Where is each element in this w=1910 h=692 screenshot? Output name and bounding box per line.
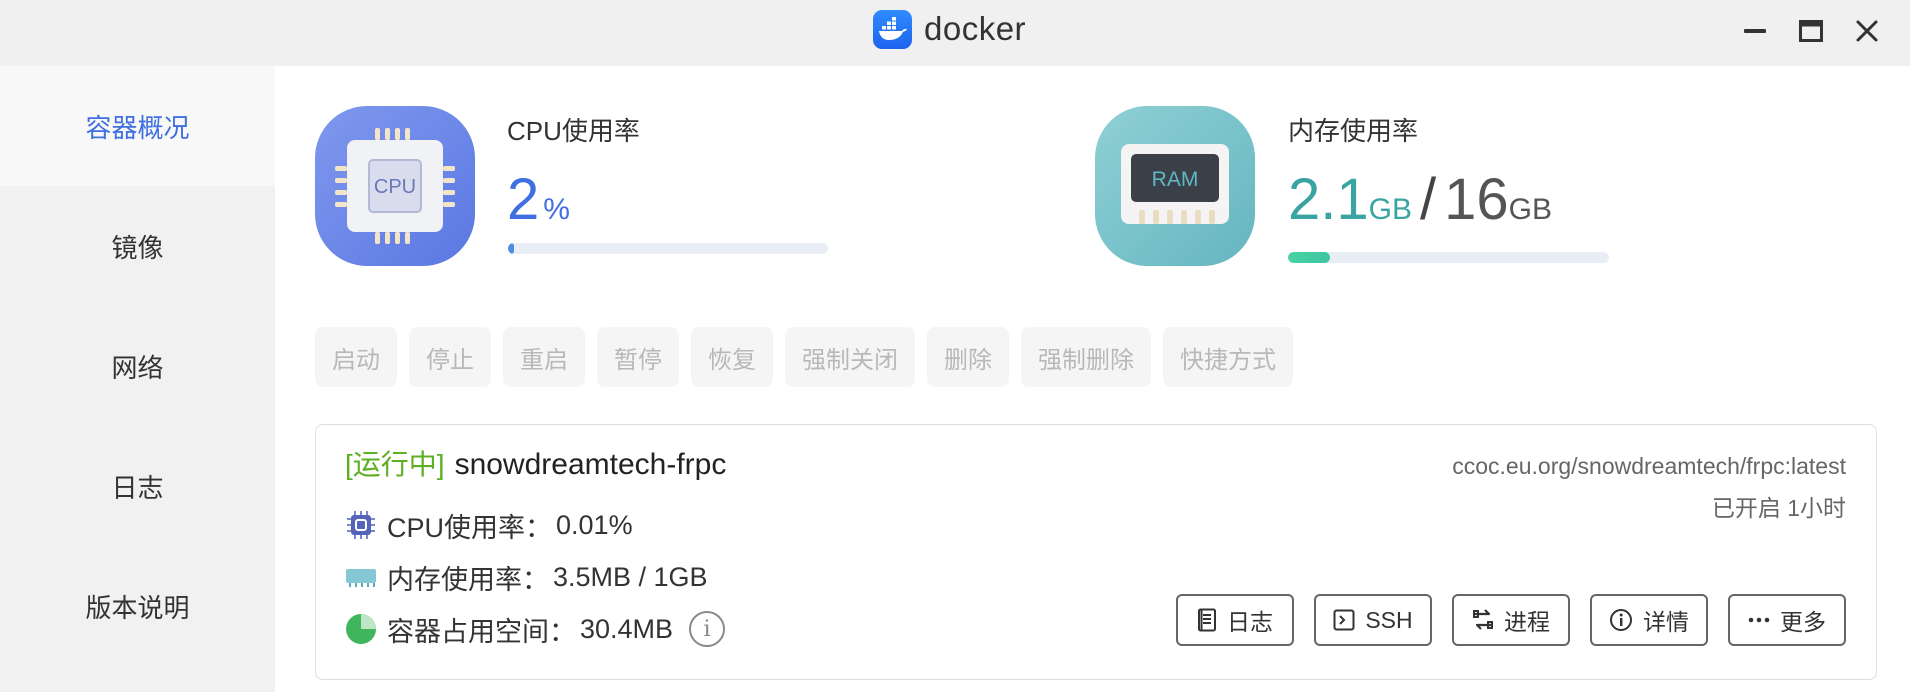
memory-total-unit: GB — [1508, 193, 1552, 226]
title-bar: docker — [0, 0, 1910, 66]
memory-small-icon — [345, 561, 377, 593]
sidebar-item-label: 日志 — [111, 472, 164, 503]
app-title: docker — [873, 8, 1026, 50]
pie-chart-icon — [345, 613, 377, 645]
container-header: [运行中] snowdreamtech-frpc — [345, 443, 726, 483]
cpu-usage-value: 2 % — [507, 166, 570, 233]
minimize-button[interactable] — [1738, 14, 1772, 48]
minimize-icon — [1744, 29, 1766, 33]
docker-whale-icon — [873, 9, 912, 49]
memory-total-number: 16 — [1444, 167, 1509, 232]
container-disk-label: 容器占用空间： — [387, 616, 576, 647]
terminal-icon — [1333, 609, 1355, 631]
start-button[interactable]: 启动 — [315, 327, 397, 387]
memory-usage-bar-fill — [1288, 252, 1330, 263]
ssh-button[interactable]: SSH — [1314, 594, 1432, 646]
memory-used-unit: GB — [1368, 193, 1412, 226]
force-close-button[interactable]: 强制关闭 — [785, 327, 915, 387]
logs-button-label: 日志 — [1227, 609, 1273, 635]
ram-chip-icon: RAM — [1095, 106, 1255, 266]
ram-icon-label: RAM — [1152, 168, 1199, 191]
cpu-usage-bar-fill — [508, 243, 515, 254]
window-title: docker — [924, 10, 1027, 47]
maximize-button[interactable] — [1794, 14, 1828, 48]
shortcut-button[interactable]: 快捷方式 — [1163, 327, 1293, 387]
container-disk-metric: 容器占用空间： 30.4MB i — [345, 611, 726, 647]
cpu-usage-bar — [508, 243, 828, 254]
info-icon[interactable]: i — [689, 611, 726, 647]
process-icon — [1473, 609, 1493, 630]
cpu-usage-number: 2 — [507, 167, 540, 232]
container-cpu-metric: CPU使用率： 0.01% — [345, 507, 633, 543]
container-disk-value: 30.4MB — [580, 613, 674, 644]
container-memory-metric: 内存使用率： 3.5MB / 1GB — [345, 559, 708, 595]
process-button-label: 进程 — [1504, 609, 1550, 635]
process-button[interactable]: 进程 — [1452, 594, 1570, 646]
sidebar-item-label: 容器概况 — [85, 112, 190, 143]
force-delete-button[interactable]: 强制删除 — [1021, 327, 1151, 387]
container-cpu-value: 0.01% — [556, 509, 633, 540]
cpu-usage-unit: % — [543, 193, 570, 226]
maximize-icon — [1799, 20, 1823, 42]
cpu-icon-label: CPU — [374, 176, 416, 198]
logs-button[interactable]: 日志 — [1176, 594, 1294, 646]
more-button[interactable]: 更多 — [1728, 594, 1846, 646]
more-icon — [1748, 617, 1770, 623]
details-button[interactable]: 详情 — [1590, 594, 1708, 646]
sidebar-item-images[interactable]: 镜像 — [0, 186, 275, 306]
container-memory-value: 3.5MB / 1GB — [553, 561, 708, 592]
more-button-label: 更多 — [1780, 609, 1826, 635]
ssh-button-label: SSH — [1365, 606, 1413, 633]
cpu-small-icon — [345, 509, 377, 541]
info-circle-icon — [1610, 609, 1632, 631]
container-actions: 日志 SSH 进程 详情 更多 — [1176, 594, 1846, 646]
container-uptime: 已开启 1小时 — [1711, 495, 1846, 521]
memory-usage-value: 2.1 GB / 16 GB — [1288, 166, 1552, 233]
close-button[interactable] — [1850, 14, 1884, 48]
main-panel: CPU CPU使用率 2 % RAM 内存使用率 2.1 GB / 16 GB … — [275, 66, 1910, 692]
sidebar: 容器概况 镜像 网络 日志 版本说明 — [0, 66, 275, 692]
memory-used-number: 2.1 — [1288, 167, 1369, 232]
close-icon — [1856, 20, 1878, 42]
sidebar-item-logs[interactable]: 日志 — [0, 426, 275, 546]
container-name: snowdreamtech-frpc — [454, 448, 727, 481]
sidebar-item-release-notes[interactable]: 版本说明 — [0, 546, 275, 666]
delete-button[interactable]: 删除 — [927, 327, 1009, 387]
container-card[interactable]: [运行中] snowdreamtech-frpc ccoc.eu.org/sno… — [315, 424, 1877, 680]
restart-button[interactable]: 重启 — [503, 327, 585, 387]
sidebar-item-network[interactable]: 网络 — [0, 306, 275, 426]
sidebar-item-label: 镜像 — [111, 232, 164, 263]
stop-button[interactable]: 停止 — [409, 327, 491, 387]
container-memory-label: 内存使用率： — [387, 564, 549, 595]
memory-separator: / — [1420, 167, 1437, 232]
sidebar-item-container-overview[interactable]: 容器概况 — [0, 66, 275, 186]
container-action-toolbar: 启动 停止 重启 暂停 恢复 强制关闭 删除 强制删除 快捷方式 — [315, 327, 1293, 387]
memory-usage-bar — [1288, 252, 1609, 263]
resume-button[interactable]: 恢复 — [691, 327, 773, 387]
sidebar-item-label: 版本说明 — [85, 592, 190, 623]
document-icon — [1198, 608, 1216, 632]
memory-usage-label: 内存使用率 — [1288, 116, 1419, 146]
container-cpu-label: CPU使用率： — [387, 512, 553, 543]
pause-button[interactable]: 暂停 — [597, 327, 679, 387]
cpu-usage-label: CPU使用率 — [507, 116, 640, 146]
container-image: ccoc.eu.org/snowdreamtech/frpc:latest — [1452, 453, 1846, 479]
details-button-label: 详情 — [1643, 609, 1689, 635]
sidebar-item-label: 网络 — [111, 352, 164, 383]
cpu-chip-icon: CPU — [315, 106, 475, 266]
status-badge: [运行中] — [345, 449, 445, 480]
